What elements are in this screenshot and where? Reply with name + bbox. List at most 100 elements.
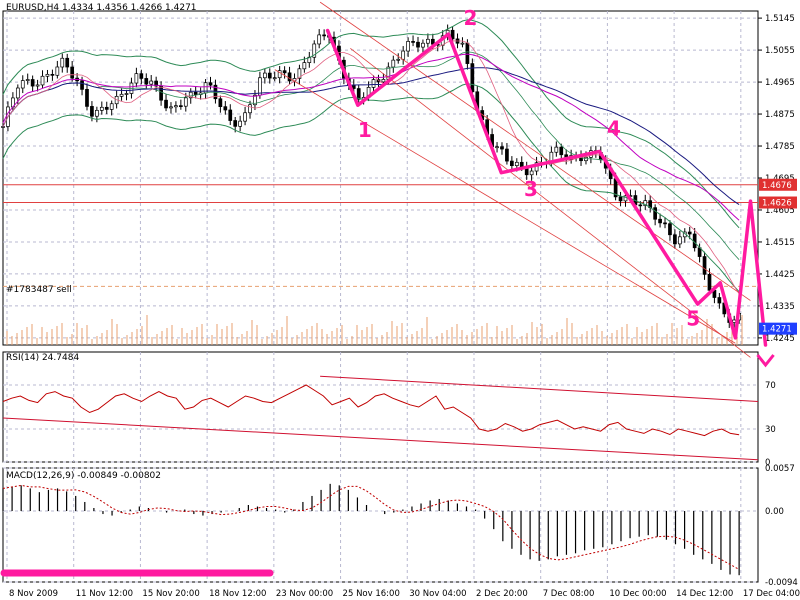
- candle-body: [164, 99, 168, 109]
- x-tick-label: 18 Nov 12:00: [209, 589, 266, 599]
- wave-label: 2: [464, 6, 478, 30]
- candle-body: [80, 80, 84, 90]
- candle-body: [514, 161, 519, 166]
- candle-body: [653, 207, 657, 220]
- candle-body: [322, 34, 326, 37]
- candle-body: [505, 148, 509, 162]
- candle-body: [396, 58, 401, 61]
- candle-body: [426, 38, 430, 44]
- candle-body: [174, 105, 178, 108]
- y-tick-label-main: 1.5055: [765, 46, 795, 56]
- x-tick-label: 8 Nov 2009: [9, 589, 58, 599]
- candle-body: [183, 97, 188, 107]
- candle-body: [668, 223, 672, 236]
- x-tick-label: 14 Dec 12:00: [676, 589, 733, 599]
- candle-body: [677, 236, 682, 245]
- candle-body: [60, 57, 65, 68]
- candle-body: [104, 106, 109, 110]
- candle-body: [30, 79, 35, 87]
- candle-body: [90, 106, 94, 117]
- candle-body: [282, 70, 287, 74]
- candle-body: [119, 93, 124, 97]
- candle-body: [228, 109, 233, 121]
- candle-body: [99, 106, 104, 111]
- candle-body: [233, 120, 238, 127]
- y-tick-label-main: 1.4245: [765, 334, 795, 344]
- rsi-trend-line-lower: [2, 417, 759, 461]
- candle-body: [554, 146, 559, 153]
- y-tick-label-main: 1.4875: [765, 110, 795, 120]
- chart-svg: 8 Nov 2009 11 Nov 12:00 15 Nov 20:00 18 Nov…: [0, 1, 800, 599]
- candle-body: [144, 78, 149, 85]
- y-tick-label-macd: 0.00: [765, 507, 784, 517]
- candle-body: [238, 120, 242, 127]
- trend-line-upper: [319, 1, 751, 301]
- x-tick-label: 17 Dec 04:00: [743, 589, 800, 599]
- wave-label: 1: [358, 118, 372, 142]
- rsi-title: RSI(14) 24.7484: [6, 353, 80, 363]
- y-tick-label-main: 1.4335: [765, 302, 795, 312]
- candle-body: [406, 41, 410, 52]
- candle-body: [262, 72, 267, 79]
- candle-body: [421, 42, 425, 48]
- x-tick-label: 11 Nov 12:00: [76, 589, 133, 599]
- y-tick-label-main: 1.4785: [765, 142, 795, 152]
- moving-average-red: [2, 40, 740, 295]
- y-tick-label-main: 1.4515: [765, 238, 795, 248]
- candle-body: [287, 72, 292, 82]
- y-tick-label-rsi: 70: [765, 381, 776, 391]
- candle-body: [687, 231, 692, 235]
- y-tick-label-main: 1.4965: [765, 78, 795, 88]
- candle-body: [495, 146, 499, 149]
- candle-body: [1, 126, 5, 128]
- candle-body: [149, 80, 154, 85]
- candle-body: [134, 73, 139, 84]
- candle-body: [559, 146, 564, 156]
- macd-title: MACD(12,26,9) -0.00849 -0.00802: [6, 471, 162, 481]
- candle-body: [618, 196, 623, 202]
- candle-body: [663, 222, 667, 225]
- candle-body: [411, 41, 415, 43]
- candle-body: [371, 79, 376, 88]
- candle-body: [65, 57, 70, 68]
- candle-body: [529, 170, 534, 176]
- bollinger-lower: [2, 83, 740, 293]
- wave-label: 5: [686, 306, 700, 330]
- trend-line-3: [274, 69, 736, 344]
- macd-signal-line: [2, 484, 740, 570]
- candle-body: [218, 98, 223, 108]
- panel-frame-0: [2, 10, 759, 346]
- candle-body: [658, 218, 662, 224]
- candle-body: [208, 82, 213, 86]
- candle-body: [707, 274, 712, 291]
- wave-label: 3: [524, 177, 538, 201]
- candle-body: [243, 112, 247, 122]
- candle-body: [50, 73, 55, 76]
- candle-body: [45, 73, 50, 77]
- y-tick-label-macd: 0.0057: [765, 464, 795, 474]
- candle-body: [381, 79, 386, 83]
- candle-body: [460, 42, 465, 45]
- candle-body: [638, 204, 643, 207]
- candle-body: [35, 84, 40, 87]
- x-tick-label: 7 Dec 08:00: [543, 589, 595, 599]
- x-tick-label: 15 Nov 20:00: [142, 589, 199, 599]
- candle-body: [55, 66, 60, 76]
- candle-body: [317, 34, 322, 45]
- candle-body: [732, 319, 737, 323]
- x-tick-label: 23 Nov 00:00: [276, 589, 333, 599]
- rsi-line: [2, 384, 740, 437]
- y-tick-label-macd: -0.0094: [765, 578, 798, 588]
- x-tick-label: 2 Dec 20:00: [476, 589, 528, 599]
- candle-body: [95, 109, 99, 117]
- candle-body: [109, 103, 114, 110]
- candle-body: [401, 50, 406, 60]
- candle-body: [40, 75, 45, 86]
- panel-frame-2: [2, 467, 759, 583]
- wave-zigzag: [325, 28, 768, 347]
- bollinger-middle: [2, 51, 740, 260]
- panel-frame-1: [2, 351, 759, 463]
- main-chart-title: EURUSD,H4 1.4334 1.4356 1.4266 1.4271: [6, 3, 197, 13]
- candle-body: [159, 85, 163, 101]
- candle-body: [20, 80, 25, 89]
